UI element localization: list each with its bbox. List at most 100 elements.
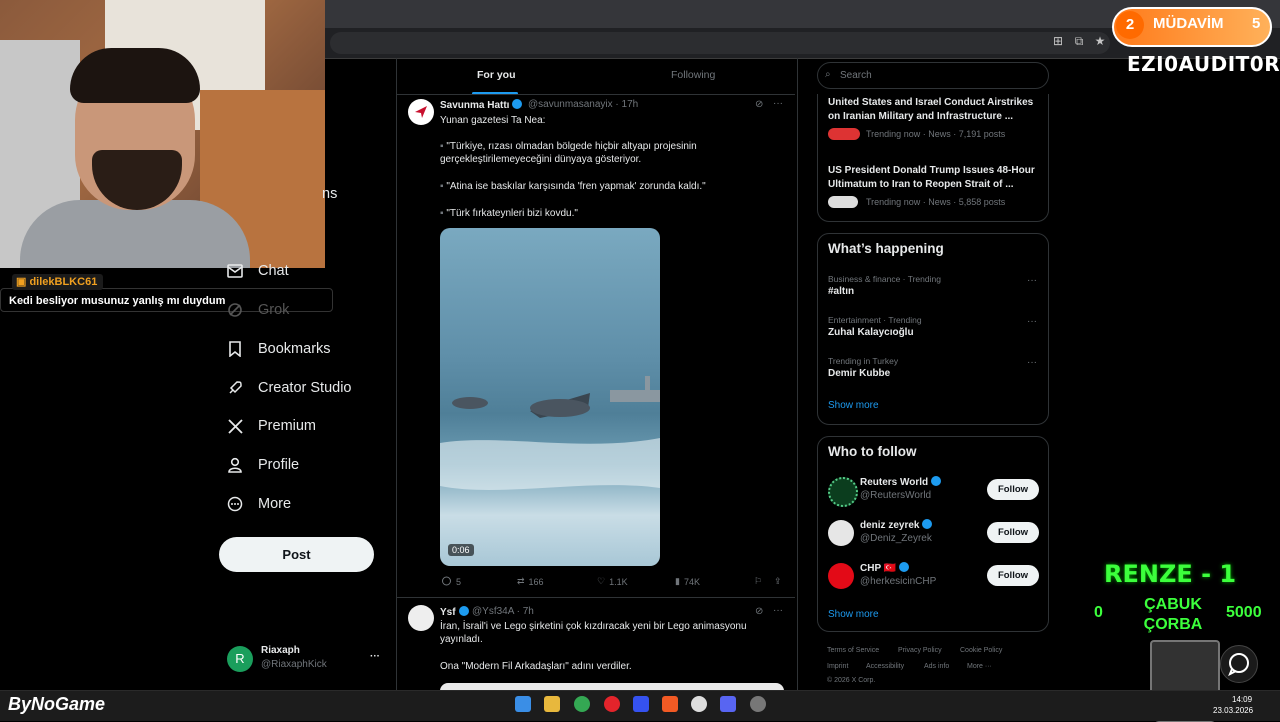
trend-name[interactable]: #altın [828, 286, 854, 297]
clock-time[interactable]: 14:09 [1232, 695, 1252, 704]
webcam-feed [0, 0, 325, 268]
person-icon [226, 456, 244, 474]
nav-grok[interactable]: Grok [226, 295, 289, 325]
windows-start-icon[interactable] [515, 696, 531, 712]
footer-link[interactable]: Ads info [924, 663, 949, 670]
grok-explain-icon[interactable]: ⊘ [755, 606, 763, 617]
trend-more-icon[interactable]: ··· [1027, 316, 1037, 327]
reply-button[interactable]: 5 [441, 576, 461, 587]
account-handle: @Deniz_Zeyrek [860, 533, 932, 544]
opera-icon[interactable] [604, 696, 620, 712]
like-button[interactable]: ♡ 1.1K [597, 576, 628, 587]
tweet-avatar[interactable] [408, 605, 434, 631]
account-name[interactable]: Riaxaph [261, 645, 300, 656]
follow-button[interactable]: Follow [987, 522, 1039, 543]
nav-more[interactable]: More [226, 489, 291, 519]
account-menu-icon[interactable]: ··· [370, 651, 380, 662]
tweet-more-icon[interactable]: ··· [773, 605, 783, 616]
nav-chat[interactable]: Chat [226, 256, 289, 286]
bookmark-star-icon[interactable]: ★ [1093, 34, 1107, 48]
chat-username: ▣ dilekBLKC61 [12, 274, 104, 290]
account-name[interactable]: CHP 🇹🇷 [860, 562, 910, 574]
trend-more-icon[interactable]: ··· [1027, 275, 1037, 286]
footer-link[interactable]: Privacy Policy [898, 647, 942, 654]
chat-bubble-icon[interactable] [1220, 645, 1258, 683]
share-icon[interactable]: ⇪ [774, 576, 782, 587]
nav-premium[interactable]: Premium [226, 411, 316, 441]
views-button[interactable]: ▮ 74K [675, 576, 700, 587]
account-avatar[interactable] [828, 563, 854, 589]
news-title[interactable]: US President Donald Trump Issues 48-Hour… [828, 164, 1043, 192]
tab-following[interactable]: Following [671, 69, 715, 81]
follow-button[interactable]: Follow [987, 565, 1039, 586]
search-input[interactable]: Search [817, 62, 1049, 89]
trend-more-icon[interactable]: ··· [1027, 357, 1037, 368]
footer-link[interactable]: Terms of Service [827, 647, 879, 654]
footer-link[interactable]: More ··· [967, 663, 992, 670]
tweet-avatar[interactable] [408, 99, 434, 125]
bynogame-logo: ByNoGame [8, 694, 106, 714]
account-name[interactable]: Reuters World [860, 476, 942, 488]
nav-bookmarks[interactable]: Bookmarks [226, 334, 331, 364]
reply-count: 5 [456, 576, 462, 587]
account-avatar[interactable] [828, 520, 854, 546]
account-name-text: Reuters World [860, 477, 929, 488]
tab-for-you[interactable]: For you [477, 69, 516, 81]
tweet-text-line: ▪ "Türkiye, rızası olmadan bölgede hiçbi… [440, 140, 750, 166]
badge-right-count: 5 [1252, 15, 1261, 32]
settings-icon[interactable] [750, 696, 766, 712]
verified-badge-icon [899, 562, 910, 572]
brave-icon[interactable] [662, 696, 678, 712]
bookmark-tweet-icon[interactable]: ⚐ [754, 576, 762, 587]
repost-button[interactable]: ⇄ 166 [517, 576, 544, 587]
install-app-icon[interactable]: ⧉ [1072, 34, 1086, 48]
trend-name[interactable]: Demir Kubbe [828, 368, 890, 379]
address-bar[interactable] [330, 32, 1110, 54]
post-button[interactable]: Post [219, 537, 374, 572]
tweet-video[interactable] [440, 228, 660, 566]
translate-icon[interactable]: ⊞ [1051, 34, 1065, 48]
news-title[interactable]: United States and Israel Conduct Airstri… [828, 96, 1043, 124]
tweet-author-name[interactable]: Ysf [440, 606, 469, 618]
search-icon: ⌕ [825, 69, 831, 80]
tweet-text-line: ▪ "Atina ise baskılar karşısında 'fren y… [440, 180, 750, 193]
nav-chat-label: Chat [258, 263, 289, 279]
video-duration: 0:06 [448, 544, 474, 556]
reply-icon [442, 576, 451, 586]
whats-happening-title: What’s happening [828, 241, 944, 256]
chatgpt-icon[interactable] [691, 696, 707, 712]
discord-icon[interactable] [720, 696, 736, 712]
account-avatar[interactable]: R [227, 646, 253, 672]
clock-date[interactable]: 23.03.2026 [1213, 706, 1253, 715]
streamer-name: EZI0AUDIT0R [1127, 52, 1280, 76]
tweet-author-name[interactable]: Savunma Hattı [440, 99, 523, 111]
repost-count: 166 [528, 576, 544, 587]
score-left: 0 [1094, 604, 1103, 621]
nav-creator-studio[interactable]: Creator Studio [226, 373, 352, 403]
rocket-icon [226, 379, 244, 397]
divider [397, 94, 795, 95]
footer-link[interactable]: Cookie Policy [960, 647, 1002, 654]
show-more-link[interactable]: Show more [828, 609, 879, 620]
nav-creator-studio-label: Creator Studio [258, 380, 352, 396]
account-name[interactable]: deniz zeyrek [860, 519, 933, 531]
footer-link[interactable]: Accessibility [866, 663, 904, 670]
account-handle: @ReutersWorld [860, 490, 932, 501]
follow-button[interactable]: Follow [987, 479, 1039, 500]
show-more-link[interactable]: Show more [828, 400, 879, 411]
file-explorer-icon[interactable] [544, 696, 560, 712]
trend-name[interactable]: Zuhal Kalaycıoğlu [828, 327, 914, 338]
like-count: 1.1K [609, 576, 628, 587]
app-icon[interactable] [633, 696, 649, 712]
grok-explain-icon[interactable]: ⊘ [755, 99, 763, 110]
streamer-hair [70, 48, 200, 103]
verified-badge-icon [922, 519, 933, 529]
account-avatar[interactable] [828, 477, 858, 507]
footer-link[interactable]: Imprint [827, 663, 848, 670]
news-meta: Trending now · News · 7,191 posts [866, 129, 1006, 139]
tweet-more-icon[interactable]: ··· [773, 98, 783, 109]
chrome-icon[interactable] [574, 696, 590, 712]
account-name-text: CHP 🇹🇷 [860, 563, 897, 574]
bookmark-icon [226, 340, 244, 358]
nav-profile[interactable]: Profile [226, 450, 299, 480]
